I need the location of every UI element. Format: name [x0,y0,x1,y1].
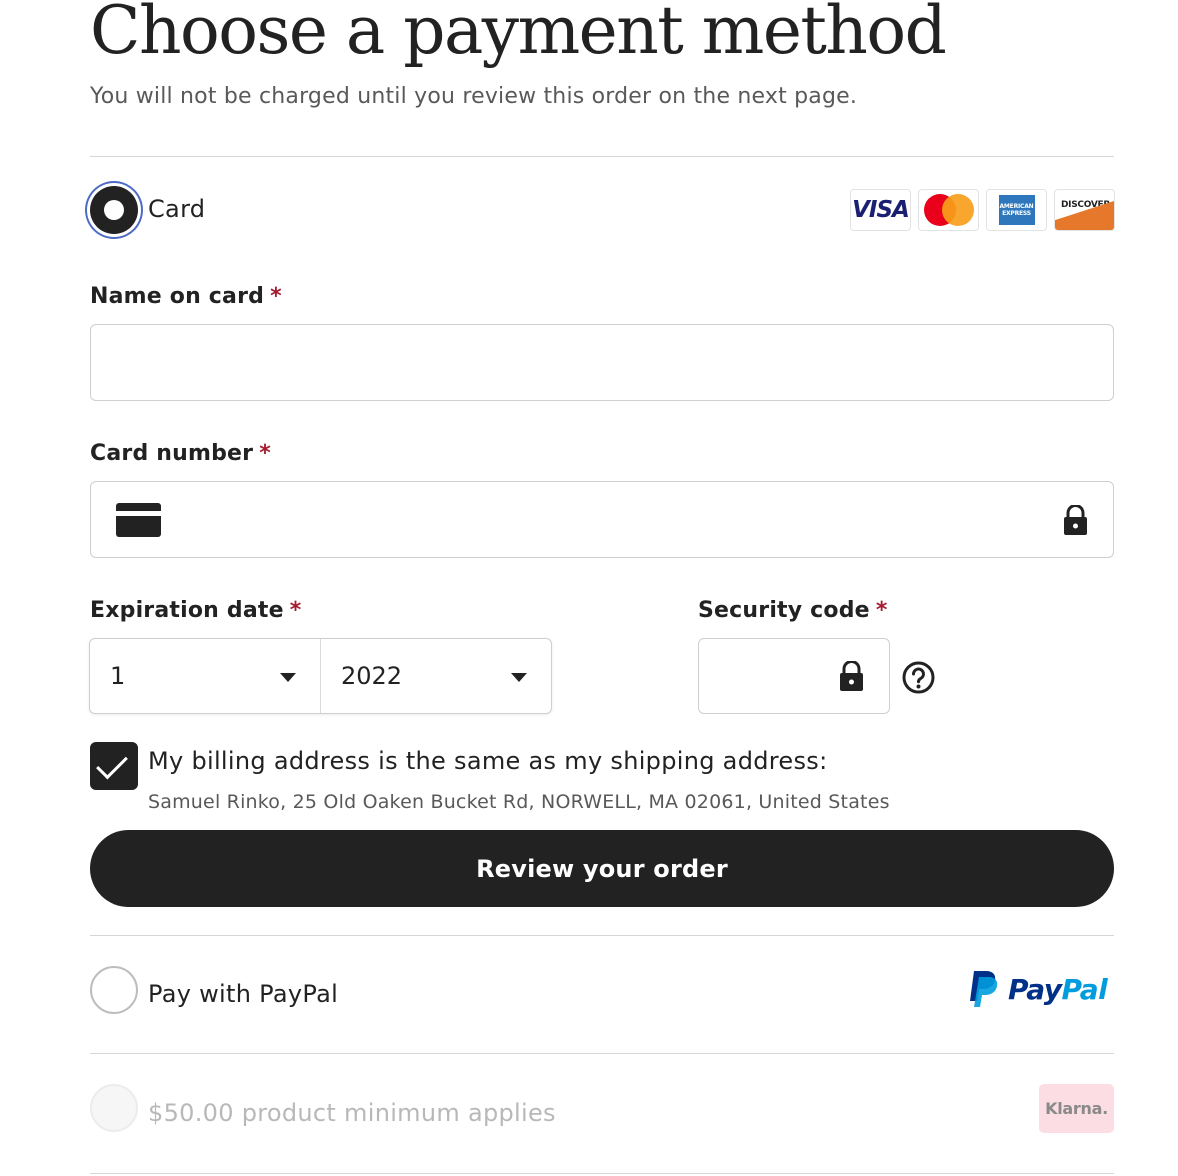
expiration-date-label: Expiration date * [90,598,301,623]
klarna-radio [90,1084,138,1132]
page-title: Choose a payment method [90,0,947,69]
billing-same-checkbox[interactable] [90,742,138,790]
paypal-logo-pay: Pay [1008,972,1062,1006]
lock-icon [840,661,863,691]
name-on-card-label-text: Name on card [90,284,265,309]
card-number-label: Card number * [90,441,271,466]
security-code-label-text: Security code [698,598,870,623]
chevron-down-icon [511,673,527,682]
review-order-button[interactable]: Review your order [90,830,1114,907]
paypal-logo-pal: Pal [1061,972,1108,1006]
visa-logo-text: VISA [852,197,910,223]
lock-icon [1064,505,1087,535]
required-marker: * [259,441,271,466]
name-on-card-label: Name on card * [90,284,282,309]
divider [90,1053,1114,1054]
chevron-down-icon [280,673,296,682]
divider [90,935,1114,936]
discover-logo-icon: DISCOVER [1054,189,1115,231]
expiration-date-selects: 1 2022 [89,638,552,714]
expiration-date-label-text: Expiration date [90,598,284,623]
klarna-logo: Klarna. [1039,1084,1114,1133]
credit-card-icon [116,503,161,537]
billing-same-label: My billing address is the same as my shi… [148,747,828,775]
expiration-month-select[interactable]: 1 [90,639,320,713]
amex-logo-line1: AMERICAN [999,203,1034,210]
mastercard-logo-icon [918,189,979,231]
divider [90,156,1114,157]
card-logos: VISA AMERICAN EXPRESS DISCOVER [850,189,1115,231]
card-radio[interactable] [90,186,138,234]
shipping-address-text: Samuel Rinko, 25 Old Oaken Bucket Rd, NO… [148,791,890,813]
expiration-year-select[interactable]: 2022 [320,639,551,713]
amex-logo-line2: EXPRESS [1002,210,1031,217]
paypal-logo: PayPal [968,968,1108,1010]
card-number-label-text: Card number [90,441,254,466]
required-marker: * [270,284,282,309]
page-subtitle: You will not be charged until you review… [90,84,858,109]
paypal-radio[interactable] [90,966,138,1014]
help-question-icon[interactable] [902,661,935,694]
paypal-option-label: Pay with PayPal [148,980,339,1008]
klarna-option-label: $50.00 product minimum applies [148,1099,556,1127]
expiration-year-value: 2022 [341,662,403,690]
paypal-p-icon [970,971,998,1007]
security-code-label: Security code * [698,598,888,623]
payment-page: Choose a payment method You will not be … [0,0,1178,1176]
visa-logo-icon: VISA [850,189,911,231]
card-option-label: Card [148,195,206,223]
divider [90,1173,1114,1174]
card-number-input[interactable] [90,481,1114,558]
expiration-month-value: 1 [110,662,126,690]
required-marker: * [289,598,302,623]
name-on-card-input[interactable] [90,324,1114,401]
required-marker: * [875,598,888,623]
amex-logo-icon: AMERICAN EXPRESS [986,189,1047,231]
